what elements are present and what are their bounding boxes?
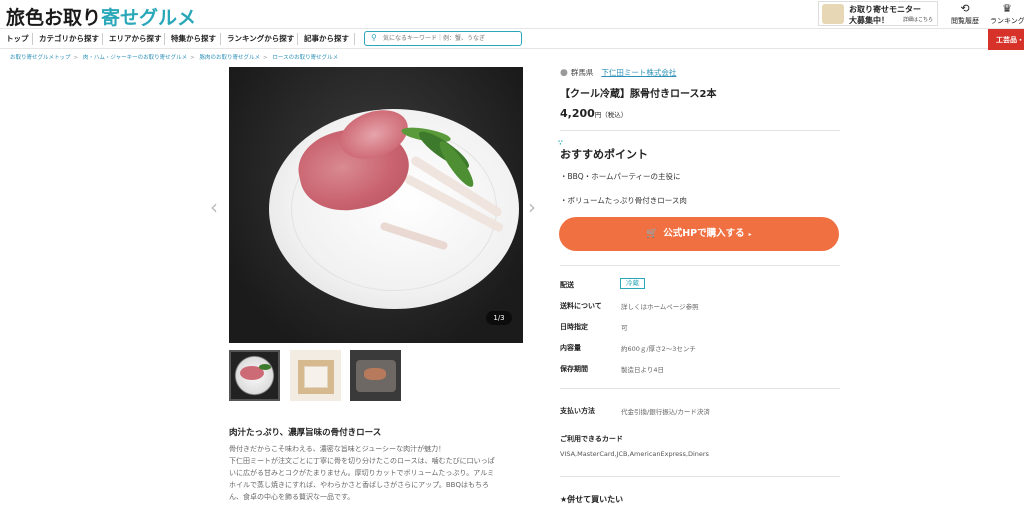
spec-shipping-value: 詳しくはホームページ参照: [621, 303, 699, 311]
clock-icon: ⟲: [960, 2, 970, 15]
breadcrumb-separator: >: [262, 55, 268, 61]
description-line: いに広がる甘みとコクがたまりません。厚切りカットでボリュームたっぷり。アルミ: [229, 469, 495, 477]
history-label: 閲覧履歴: [951, 17, 979, 25]
divider: [560, 130, 840, 131]
breadcrumb-item[interactable]: お取り寄せグルメトップ: [10, 55, 71, 61]
promo-illustration-icon: [822, 4, 844, 24]
spec-payment-label: 支払い方法: [560, 407, 595, 415]
cards-value: VISA,MasterCard,JCB,AmericanExpress,Dine…: [560, 450, 709, 458]
description-body: 骨付きだからこそ味わえる、濃密な旨味とジューシーな肉汁が魅力！ 下仁田ミートが注…: [229, 443, 529, 503]
buy-official-button[interactable]: 🛒 公式HPで購入する ▸: [559, 217, 839, 251]
product-title: 【クール冷蔵】豚骨付きロース2本: [560, 89, 717, 100]
spec-shipping-label: 送料について: [560, 302, 602, 310]
logo-text-a: 旅色お取り: [6, 7, 102, 29]
nav-divider: [297, 33, 298, 45]
monitor-promo-banner[interactable]: お取り寄せモニター 大募集中！ 詳細はこちら: [818, 1, 938, 26]
buy-button-label: 公式HPで購入する: [663, 228, 745, 239]
nav-item-area[interactable]: エリアから探す: [109, 33, 162, 44]
top-header: 旅色お取り寄せグルメ お取り寄せモニター 大募集中！ 詳細はこちら ⟲ 閲覧履歴…: [0, 0, 1024, 30]
nav-divider: [354, 33, 355, 45]
search-input[interactable]: [383, 33, 518, 44]
gallery-next-arrow[interactable]: ›: [528, 195, 536, 219]
spec-payment-value: 代金引換/銀行振込/カード決済: [621, 408, 710, 416]
breadcrumb-item[interactable]: ロースのお取り寄せグルメ: [272, 55, 338, 61]
site-logo[interactable]: 旅色お取り寄せグルメ: [6, 3, 196, 30]
pin-icon: ●: [560, 68, 568, 78]
gallery-thumbnail-3[interactable]: [350, 350, 401, 401]
description-line: ホイルで蒸し焼きにすれば、やわらかさと香ばしさがさらにアップ。BBQはもちろ: [229, 481, 489, 489]
recommend-title-text: おすすめポイント: [560, 148, 648, 161]
global-nav: トップ カテゴリから探す エリアから探す 特集から探す ランキングから探す 記事…: [0, 28, 1024, 50]
product-main-image: [229, 67, 523, 343]
breadcrumb: お取り寄せグルメトップ > 肉・ハム・ジャーキーのお取り寄せグルメ > 豚肉のお取り…: [10, 53, 341, 61]
ranking-button[interactable]: ♛ ランキング: [990, 2, 1024, 26]
spec-date-value: 可: [621, 324, 628, 332]
price-tax: （税込）: [601, 111, 628, 119]
breadcrumb-item[interactable]: 豚肉のお取り寄せグルメ: [199, 55, 260, 61]
description-line: ん、食卓の中心を飾る贅沢な一品です。: [229, 493, 355, 501]
location-row: ● 群馬県 下仁田ミート株式会社: [560, 67, 676, 78]
nav-divider: [32, 33, 33, 45]
description-line: 骨付きだからこそ味わえる、濃密な旨味とジューシーな肉汁が魅力！: [229, 445, 446, 453]
search-icon[interactable]: ⚲: [371, 33, 377, 42]
description-title: 肉汁たっぷり、濃厚旨味の骨付きロース: [229, 428, 382, 438]
nav-divider: [220, 33, 221, 45]
description-line: 下仁田ミートが注文ごとに丁寧に骨を切り分けたこのロースは、噛むたびに口いっぱ: [229, 457, 495, 465]
breadcrumb-item[interactable]: 肉・ハム・ジャーキーのお取り寄せグルメ: [83, 55, 187, 61]
ranking-label: ランキング: [990, 17, 1024, 25]
spec-storage-value: 製造日より4日: [621, 366, 665, 374]
gallery-thumbnail-2[interactable]: [290, 350, 341, 401]
nav-item-category[interactable]: カテゴリから探す: [39, 33, 99, 44]
breadcrumb-separator: >: [73, 55, 79, 61]
promo-link[interactable]: 詳細はこちら: [903, 16, 933, 23]
price-value: 4,200: [560, 107, 595, 120]
spec-content-label: 内容量: [560, 344, 581, 352]
divider: [560, 388, 840, 389]
maker-link[interactable]: 下仁田ミート株式会社: [601, 68, 676, 77]
divider: [560, 265, 840, 266]
promo-line1: お取り寄せモニター: [849, 5, 921, 14]
history-button[interactable]: ⟲ 閲覧履歴: [950, 2, 980, 26]
nav-divider: [102, 33, 103, 45]
nav-item-ranking[interactable]: ランキングから探す: [227, 33, 294, 44]
product-price: 4,200円（税込）: [560, 107, 627, 120]
nav-item-feature[interactable]: 特集から探す: [171, 33, 216, 44]
gallery-counter: 1/3: [486, 311, 512, 325]
chevron-right-icon: ▸: [748, 231, 752, 238]
cards-title: ご利用できるカード: [560, 435, 623, 443]
spec-delivery-label: 配送: [560, 281, 574, 289]
nav-divider: [164, 33, 165, 45]
delivery-badge: 冷蔵: [620, 278, 645, 289]
spec-date-label: 日時指定: [560, 323, 588, 331]
sparkle-icon: ∵: [558, 139, 563, 147]
nav-item-top[interactable]: トップ: [6, 33, 29, 44]
cart-icon: 🛒: [646, 228, 659, 239]
crafts-tab[interactable]: 工芸品・雑: [988, 29, 1024, 50]
recommend-title: ∵ おすすめポイント: [558, 139, 648, 162]
also-buy-title: ★併せて買いたい: [560, 495, 624, 504]
search-box[interactable]: ⚲: [364, 31, 522, 46]
gallery-thumbnail-1[interactable]: [229, 350, 280, 401]
spec-storage-label: 保存期間: [560, 365, 588, 373]
spec-content-value: 約600ｇ/厚さ2〜3センチ: [621, 345, 696, 353]
prefecture: 群馬県: [570, 68, 594, 77]
divider: [560, 476, 840, 477]
promo-line2: 大募集中！: [849, 16, 889, 25]
recommend-point: ・ボリュームたっぷり骨付きロース肉: [560, 196, 687, 205]
breadcrumb-separator: >: [190, 55, 195, 61]
crown-icon: ♛: [1002, 2, 1012, 15]
logo-text-b: 寄せグルメ: [101, 7, 197, 29]
recommend-point: ・BBQ・ホームパーティーの主役に: [560, 172, 681, 181]
nav-item-articles[interactable]: 記事から探す: [304, 33, 349, 44]
gallery-prev-arrow[interactable]: ‹: [210, 195, 218, 219]
